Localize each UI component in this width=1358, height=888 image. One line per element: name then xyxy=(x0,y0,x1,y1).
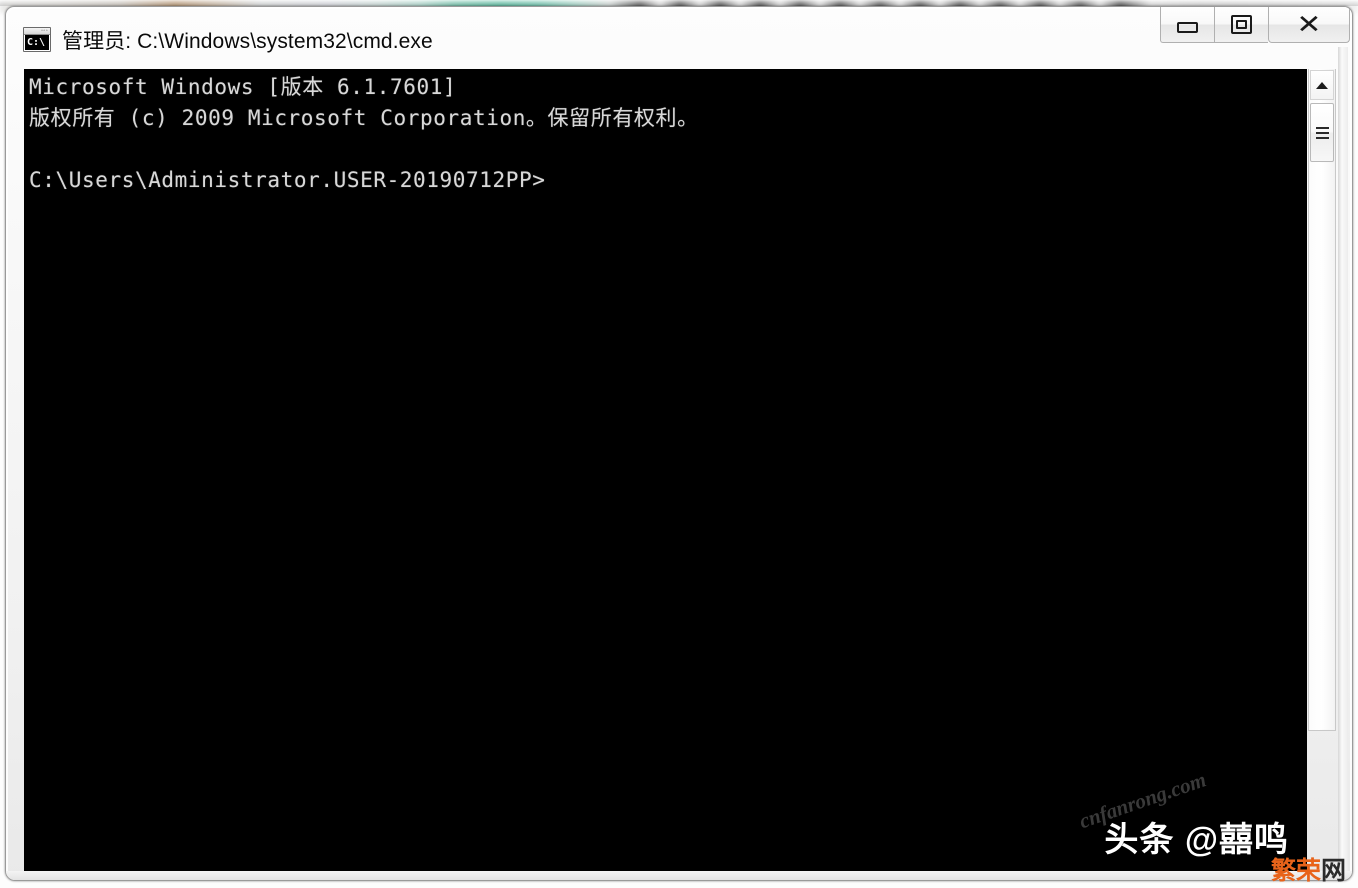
title-bar[interactable]: ▫▫▫ C:\ 管理员: C:\Windows\system32\cmd.exe… xyxy=(6,7,1352,62)
author-watermark: 头条 @囍鸣 xyxy=(1104,821,1289,859)
window-controls: ✕ xyxy=(1160,7,1350,45)
scrollbar-track[interactable] xyxy=(1310,163,1334,729)
console-text: Microsoft Windows [版本 6.1.7601] 版权所有 (c)… xyxy=(29,75,699,192)
maximize-icon xyxy=(1231,15,1252,34)
cmd-icon-dots: ▫▫▫ xyxy=(41,28,48,34)
cmd-icon: ▫▫▫ C:\ xyxy=(23,27,51,52)
close-icon: ✕ xyxy=(1296,9,1322,40)
site-badge-secondary: 网 xyxy=(1320,857,1346,885)
maximize-button[interactable] xyxy=(1214,7,1268,43)
thumb-grip-line xyxy=(1315,126,1329,129)
close-button[interactable]: ✕ xyxy=(1268,7,1350,43)
command-prompt-window: ▫▫▫ C:\ 管理员: C:\Windows\system32\cmd.exe… xyxy=(5,6,1353,881)
thumb-grip-line xyxy=(1315,131,1329,134)
minimize-icon xyxy=(1177,22,1198,33)
scrollbar-thumb[interactable] xyxy=(1310,103,1334,162)
scroll-up-button[interactable] xyxy=(1310,70,1334,100)
site-badge-primary: 繁荣 xyxy=(1270,857,1321,885)
window-title: 管理员: C:\Windows\system32\cmd.exe xyxy=(62,30,433,53)
cmd-icon-screen: C:\ xyxy=(25,35,49,50)
thumb-grip-line xyxy=(1315,136,1329,139)
console-output-area[interactable]: Microsoft Windows [版本 6.1.7601] 版权所有 (c)… xyxy=(24,69,1307,873)
window-bottom-frame xyxy=(6,871,1352,880)
vertical-scrollbar[interactable] xyxy=(1308,69,1336,731)
screenshot-root: ▫▫▫ C:\ 管理员: C:\Windows\system32\cmd.exe… xyxy=(0,0,1358,888)
minimize-button[interactable] xyxy=(1160,7,1214,43)
chevron-up-icon xyxy=(1316,81,1328,89)
site-badge: 繁荣网 xyxy=(1271,856,1346,886)
window-right-frame xyxy=(1338,47,1348,873)
